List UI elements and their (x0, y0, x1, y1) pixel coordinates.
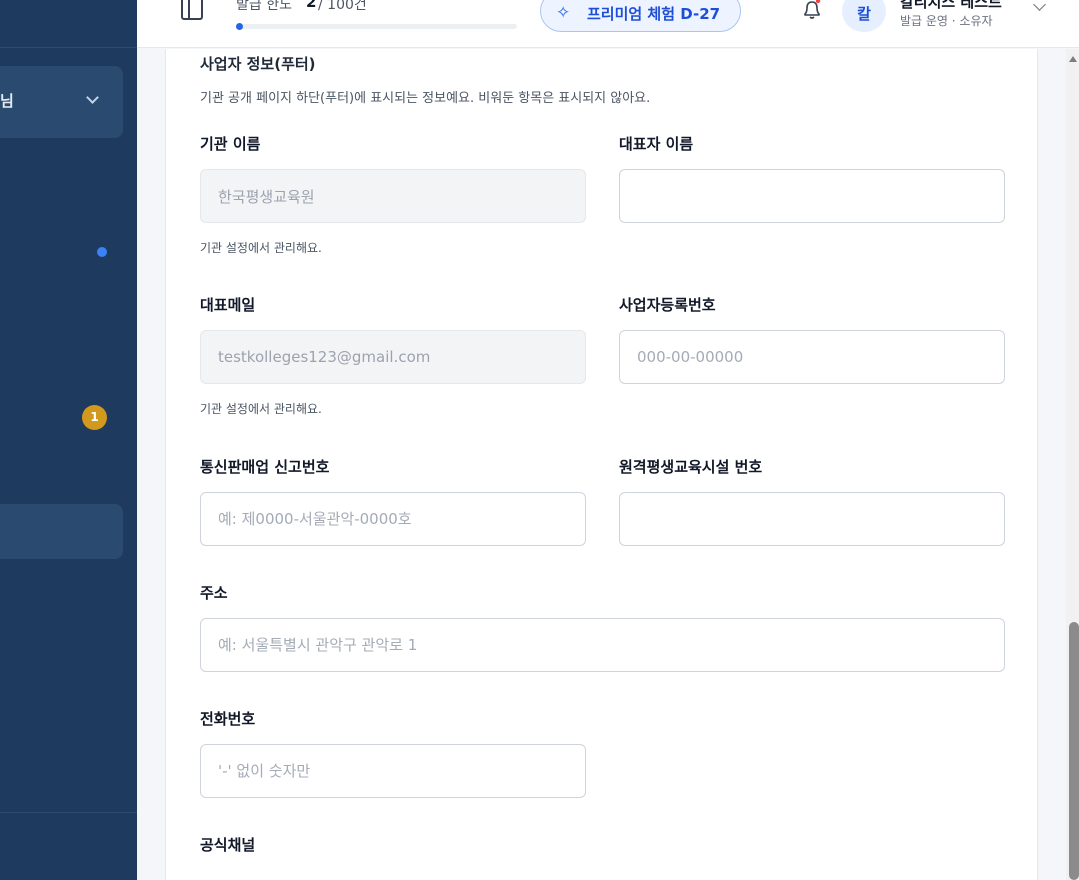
address-input[interactable] (200, 618, 1005, 672)
sidebar-org-select[interactable]: 님 (0, 66, 123, 138)
bell-icon[interactable] (801, 0, 823, 20)
email-help: 기관 설정에서 관리해요. (200, 402, 322, 416)
mail-order-input[interactable] (200, 492, 586, 546)
mail-order-label: 통신판매업 신고번호 (200, 458, 330, 476)
rep-name-label: 대표자 이름 (619, 135, 694, 153)
org-name-help: 기관 설정에서 관리해요. (200, 241, 322, 255)
quota-used: 2 (306, 0, 317, 11)
section-description: 기관 공개 페이지 하단(푸터)에 표시되는 정보예요. 비워둔 항목은 표시되… (200, 91, 651, 106)
phone-input[interactable] (200, 744, 586, 798)
avatar[interactable]: 칼 (842, 0, 886, 32)
notification-dot-icon (97, 247, 107, 257)
scroll-up-icon[interactable] (1069, 56, 1077, 62)
org-name-label: 기관 이름 (200, 135, 261, 153)
channel-label: 공식채널 (200, 836, 256, 854)
premium-trial-label: 프리미엄 체험 D-27 (587, 5, 721, 23)
org-name-input (200, 169, 586, 223)
topbar: 발급 한도 2 / 100건 ✧ 프리미엄 체험 D-27 칼 칼리지스 테스트… (137, 0, 1079, 48)
user-role: 발급 운영 · 소유자 (900, 14, 993, 28)
section-title: 사업자 정보(푸터) (200, 55, 316, 73)
remote-edu-label: 원격평생교육시설 번호 (619, 458, 763, 476)
sidebar-divider (0, 812, 137, 813)
chevron-down-icon (86, 91, 99, 104)
sidebar-item-active[interactable] (0, 504, 123, 559)
quota-total: / 100건 (318, 0, 367, 13)
sidebar-divider (0, 47, 137, 48)
address-label: 주소 (200, 584, 228, 602)
sidebar: 님 1 (0, 0, 137, 880)
chevron-down-icon[interactable] (1033, 0, 1046, 11)
sparkle-icon: ✧ (556, 3, 571, 23)
sidebar-toggle-icon[interactable] (181, 0, 203, 20)
user-name: 칼리지스 테스트 (900, 0, 1002, 11)
scrollbar-thumb[interactable] (1069, 622, 1079, 880)
rep-name-input[interactable] (619, 169, 1005, 223)
email-input (200, 330, 586, 384)
sidebar-count-badge: 1 (82, 405, 107, 430)
quota-progress-fill (236, 23, 243, 30)
phone-label: 전화번호 (200, 710, 256, 728)
business-info-card: 사업자 정보(푸터) 기관 공개 페이지 하단(푸터)에 표시되는 정보예요. … (165, 49, 1038, 880)
quota-label: 발급 한도 (236, 0, 292, 13)
sidebar-org-select-label: 님 (0, 92, 14, 110)
premium-trial-button[interactable]: ✧ 프리미엄 체험 D-27 (540, 0, 741, 32)
biz-no-input[interactable] (619, 330, 1005, 384)
biz-no-label: 사업자등록번호 (619, 296, 716, 314)
remote-edu-input[interactable] (619, 492, 1005, 546)
quota-progress-track (236, 24, 517, 29)
email-label: 대표메일 (200, 296, 256, 314)
